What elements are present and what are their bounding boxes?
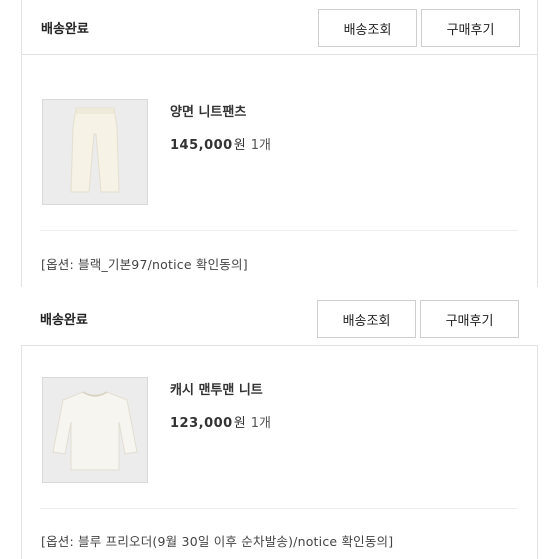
- write-review-button[interactable]: 구매후기: [420, 300, 519, 338]
- order-item[interactable]: 캐시 맨투맨 니트 123,000원 1개 [옵션: 블루 프리오더(9월 30일…: [21, 345, 538, 559]
- product-name[interactable]: 양면 니트팬츠: [170, 101, 246, 120]
- order-status: 배송완료: [41, 22, 89, 37]
- write-review-button[interactable]: 구매후기: [421, 9, 520, 47]
- item-divider: [40, 508, 518, 509]
- order-header: 배송완료 배송조회 구매후기: [22, 0, 537, 55]
- product-name[interactable]: 캐시 맨투맨 니트: [170, 379, 263, 398]
- product-thumbnail[interactable]: [42, 377, 148, 483]
- order-item[interactable]: 양면 니트팬츠 145,000원 1개 [옵션: 블랙_기본97/notice 확…: [21, 67, 538, 287]
- price-amount: 145,000: [170, 138, 233, 153]
- option-text: [옵션: 블루 프리오더(9월 30일 이후 순차발송)/notice 확인동의…: [41, 534, 394, 549]
- knit-pants-image: [43, 100, 147, 204]
- order-status: 배송완료: [40, 313, 88, 328]
- price-currency: 원: [233, 138, 246, 153]
- product-price: 123,000원 1개: [170, 412, 271, 431]
- price-currency: 원: [233, 416, 246, 431]
- product-price: 145,000원 1개: [170, 134, 271, 153]
- track-delivery-button[interactable]: 배송조회: [318, 9, 417, 47]
- knit-sweater-image: [43, 378, 147, 482]
- quantity: 1개: [250, 138, 271, 153]
- track-delivery-button[interactable]: 배송조회: [317, 300, 416, 338]
- item-divider: [40, 230, 518, 231]
- quantity: 1개: [250, 416, 271, 431]
- option-text: [옵션: 블랙_기본97/notice 확인동의]: [41, 257, 248, 272]
- product-thumbnail[interactable]: [42, 99, 148, 205]
- price-amount: 123,000: [170, 416, 233, 431]
